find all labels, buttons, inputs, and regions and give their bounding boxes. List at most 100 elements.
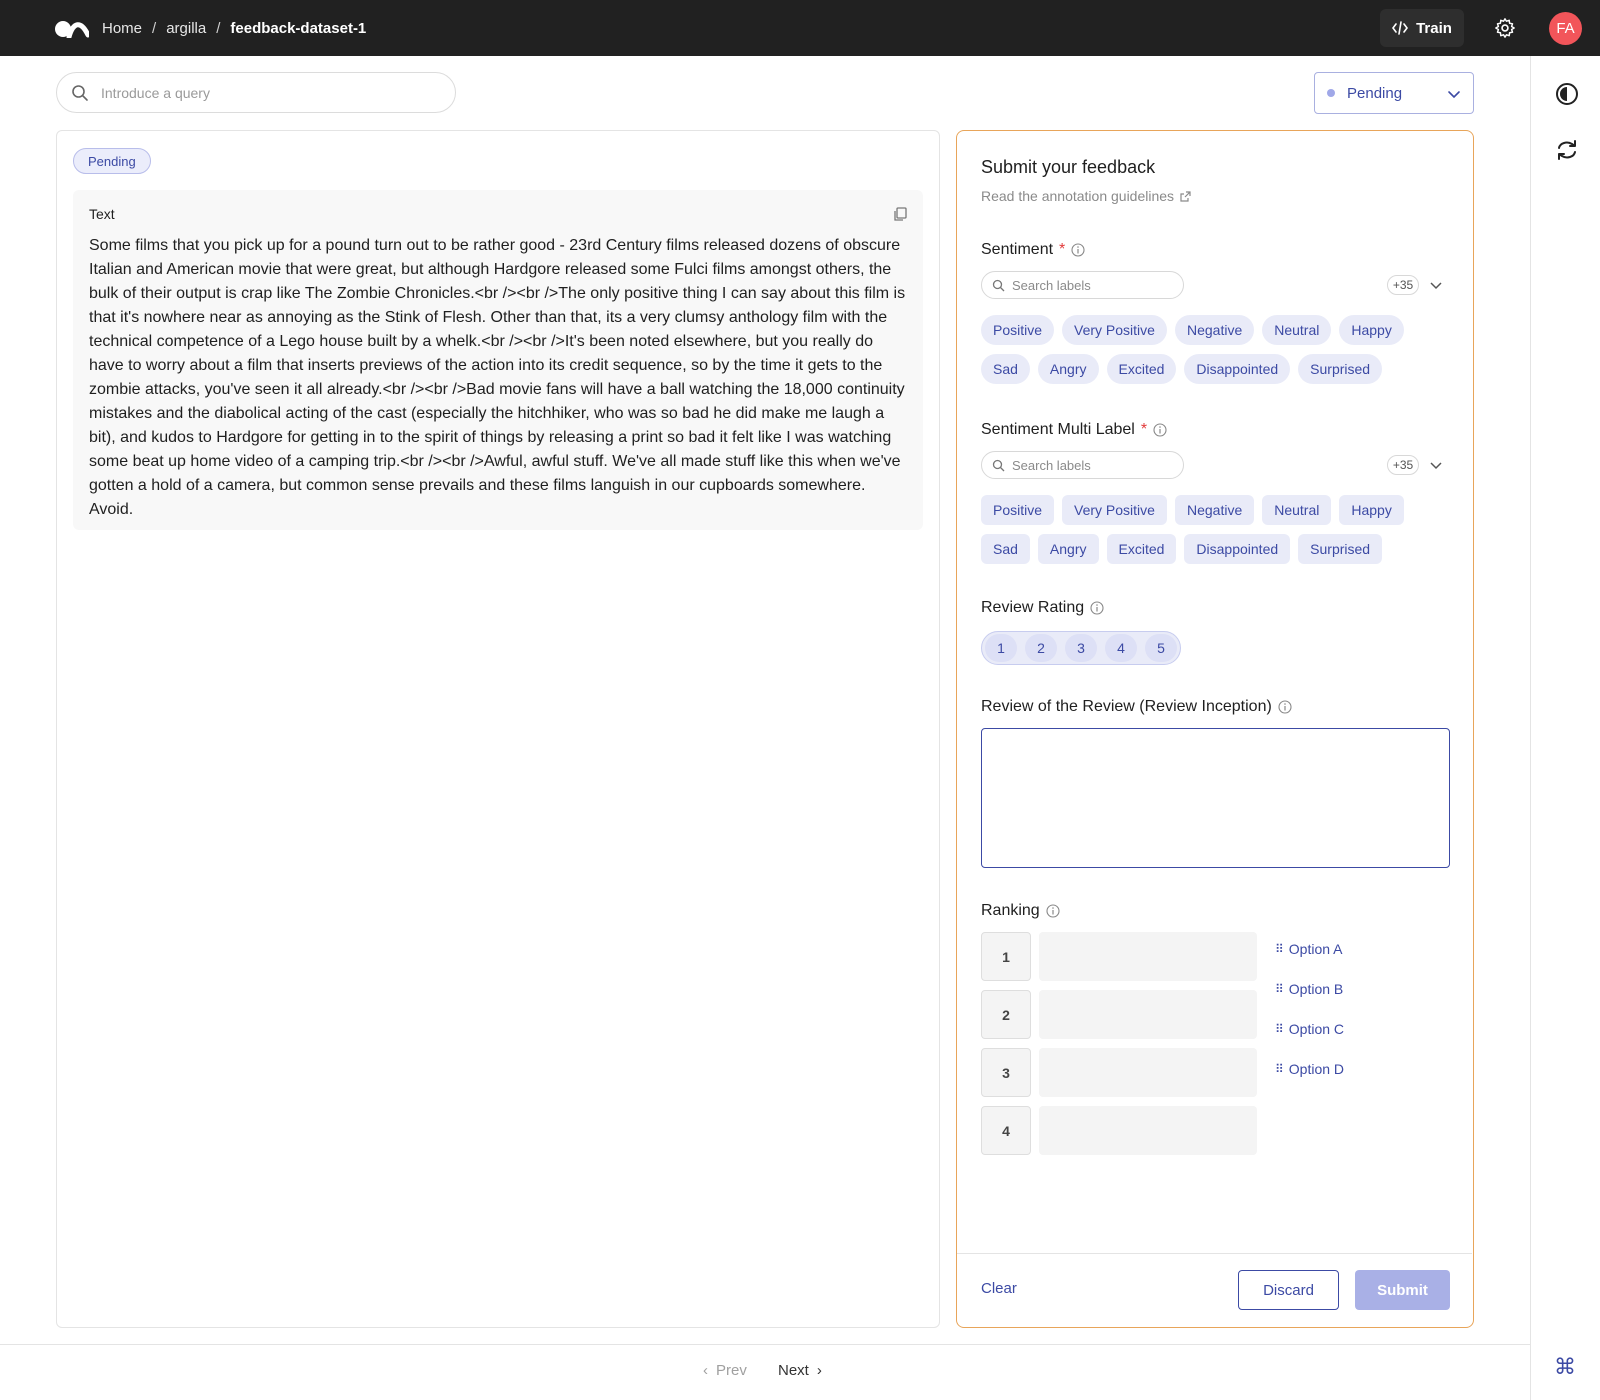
copy-icon[interactable]: [893, 207, 907, 221]
ranking-question-title: Ranking: [981, 902, 1060, 920]
label-chip[interactable]: Angry: [1037, 534, 1099, 564]
rank-drop-zone[interactable]: [1039, 990, 1257, 1039]
rank-drop-zone[interactable]: [1039, 932, 1257, 981]
sentiment-multi-question-title: Sentiment Multi Label *: [981, 421, 1167, 439]
breadcrumb: Home / argilla / feedback-dataset-1: [102, 0, 366, 56]
next-button[interactable]: Next ›: [778, 1362, 822, 1379]
search-input[interactable]: Introduce a query: [56, 72, 456, 113]
guidelines-link-label: Read the annotation guidelines: [981, 188, 1175, 204]
review-of-review-title: Review of the Review (Review Inception): [981, 698, 1272, 715]
rank-option-label: Option D: [1288, 1061, 1345, 1077]
right-sidebar: [1530, 56, 1600, 1400]
rating-option[interactable]: 1: [985, 634, 1017, 662]
label-chip[interactable]: Angry: [1037, 354, 1099, 384]
field-label: Text: [89, 206, 115, 222]
label-chip[interactable]: Sad: [981, 354, 1030, 384]
gear-icon[interactable]: [1494, 17, 1516, 39]
label-chip[interactable]: Disappointed: [1184, 354, 1291, 384]
rank-slot-number: 2: [981, 990, 1031, 1039]
label-chip[interactable]: Positive: [981, 315, 1055, 345]
breadcrumb-dataset: feedback-dataset-1: [230, 19, 367, 37]
rank-slot-number: 4: [981, 1106, 1031, 1155]
field-text: Some films that you pick up for a pound …: [89, 237, 906, 518]
top-bar: Home / argilla / feedback-dataset-1 Trai…: [0, 0, 1600, 56]
label-chip[interactable]: Positive: [981, 495, 1055, 525]
rank-option[interactable]: ⠿ Option C: [1275, 1021, 1344, 1037]
sentiment-title: Sentiment: [981, 241, 1054, 258]
chevron-down-icon[interactable]: [1429, 278, 1443, 292]
status-filter-dropdown[interactable]: Pending: [1314, 72, 1474, 114]
rank-slot-number: 3: [981, 1048, 1031, 1097]
label-chip[interactable]: Surprised: [1298, 354, 1383, 384]
drag-handle-icon: ⠿: [1275, 1062, 1284, 1076]
rank-option-label: Option C: [1288, 1021, 1345, 1037]
rating-option[interactable]: 5: [1145, 634, 1177, 662]
chevron-right-icon: ›: [816, 1362, 822, 1379]
status-badge: Pending: [73, 148, 151, 174]
label-chip[interactable]: Very Positive: [1062, 495, 1167, 525]
review-of-review-textarea[interactable]: [981, 728, 1450, 868]
contrast-icon[interactable]: [1555, 82, 1579, 106]
train-button-label: Train: [1416, 19, 1452, 37]
rating-option[interactable]: 3: [1065, 634, 1097, 662]
chevron-left-icon: ‹: [703, 1362, 708, 1379]
label-search-placeholder: Search labels: [1012, 457, 1091, 473]
pagination-bar: ‹ Prev Next ›: [0, 1344, 1530, 1400]
label-chip[interactable]: Neutral: [1262, 495, 1332, 525]
train-button[interactable]: Train: [1380, 9, 1464, 47]
sentiment-multi-label-search[interactable]: Search labels: [981, 451, 1184, 479]
argilla-logo-icon[interactable]: [55, 18, 89, 38]
review-rating-title: Review Rating: [981, 599, 1085, 616]
command-icon[interactable]: ⌘: [1554, 1354, 1576, 1380]
label-chip[interactable]: Surprised: [1298, 534, 1383, 564]
discard-button[interactable]: Discard: [1238, 1270, 1339, 1310]
more-labels-count[interactable]: +35: [1387, 455, 1419, 475]
rank-option[interactable]: ⠿ Option D: [1275, 1061, 1344, 1077]
label-chip[interactable]: Happy: [1339, 315, 1404, 345]
avatar[interactable]: FA: [1549, 12, 1582, 45]
label-chip[interactable]: Negative: [1174, 315, 1255, 345]
rank-drop-zone[interactable]: [1039, 1048, 1257, 1097]
chevron-down-icon[interactable]: [1429, 458, 1443, 472]
label-chip[interactable]: Happy: [1339, 495, 1404, 525]
info-icon[interactable]: [1090, 601, 1104, 615]
info-icon[interactable]: [1153, 423, 1167, 437]
clear-button[interactable]: Clear: [981, 1280, 1017, 1297]
prev-label: Prev: [716, 1362, 747, 1379]
label-chip[interactable]: Disappointed: [1184, 534, 1291, 564]
info-icon[interactable]: [1278, 700, 1292, 714]
breadcrumb-home[interactable]: Home: [102, 20, 142, 37]
label-chip[interactable]: Excited: [1106, 354, 1177, 384]
record-panel: Pending Text Some films that you pick up…: [56, 130, 940, 1328]
breadcrumb-workspace[interactable]: argilla: [166, 20, 206, 37]
sentiment-label-search[interactable]: Search labels: [981, 271, 1184, 299]
search-placeholder: Introduce a query: [101, 84, 210, 101]
rating-option[interactable]: 2: [1025, 634, 1057, 662]
rank-option[interactable]: ⠿ Option B: [1275, 981, 1343, 997]
label-chip[interactable]: Negative: [1174, 495, 1255, 525]
drag-handle-icon: ⠿: [1275, 1022, 1284, 1036]
chevron-down-icon: [1448, 91, 1460, 99]
info-icon[interactable]: [1046, 904, 1060, 918]
label-chip[interactable]: Sad: [981, 534, 1030, 564]
required-mark: *: [1140, 421, 1148, 438]
label-search-placeholder: Search labels: [1012, 277, 1091, 293]
prev-button[interactable]: ‹ Prev: [703, 1362, 747, 1379]
text-field: Text Some films that you pick up for a p…: [73, 190, 923, 530]
refresh-icon[interactable]: [1555, 138, 1579, 162]
rank-drop-zone[interactable]: [1039, 1106, 1257, 1155]
sentiment-multi-label-list: Positive Very Positive Negative Neutral Happ…: [981, 495, 1451, 564]
breadcrumb-separator: /: [152, 19, 157, 37]
next-label: Next: [778, 1362, 809, 1379]
rank-option[interactable]: ⠿ Option A: [1275, 941, 1343, 957]
label-chip[interactable]: Very Positive: [1062, 315, 1167, 345]
submit-button[interactable]: Submit: [1355, 1270, 1450, 1310]
info-icon[interactable]: [1071, 243, 1085, 257]
label-chip[interactable]: Excited: [1106, 534, 1177, 564]
rating-option[interactable]: 4: [1105, 634, 1137, 662]
breadcrumb-separator: /: [216, 19, 221, 37]
guidelines-link[interactable]: Read the annotation guidelines: [981, 188, 1191, 204]
form-footer: Clear Discard Submit: [957, 1253, 1472, 1327]
more-labels-count[interactable]: +35: [1387, 275, 1419, 295]
label-chip[interactable]: Neutral: [1262, 315, 1332, 345]
